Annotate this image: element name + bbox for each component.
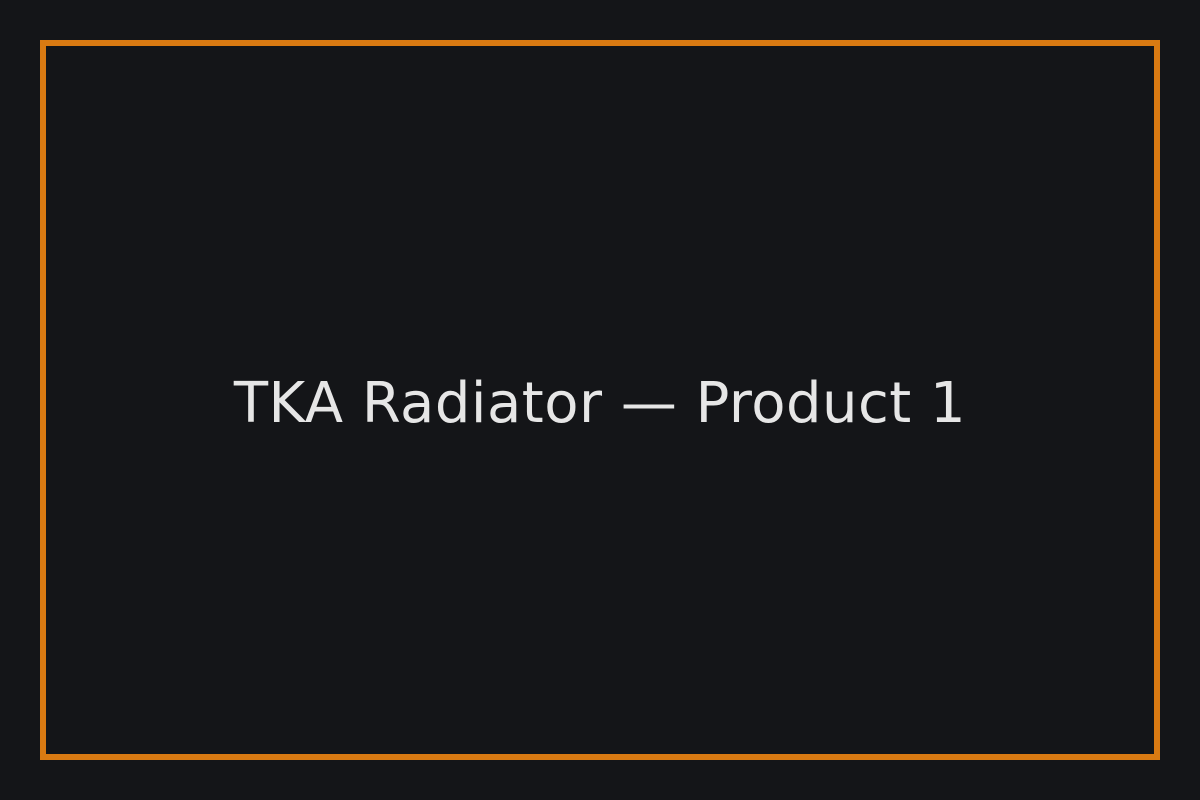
placeholder-title: TKA Radiator — Product 1 [233, 370, 967, 436]
image-placeholder-frame: TKA Radiator — Product 1 [40, 40, 1160, 760]
